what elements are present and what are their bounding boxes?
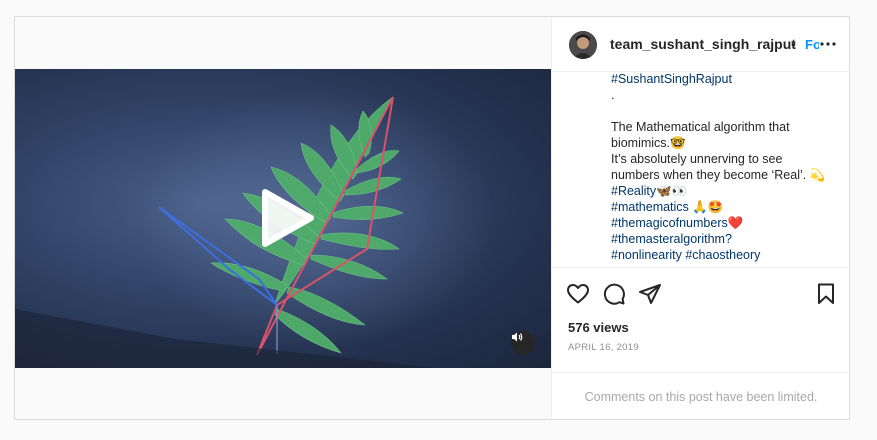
comment-button[interactable] — [602, 282, 626, 306]
post-header: team_sushant_singh_rajput • Follow — [552, 17, 850, 72]
play-button[interactable] — [255, 188, 315, 248]
avatar[interactable] — [569, 31, 597, 59]
hashtag-link[interactable]: #SushantSinghRajput — [611, 71, 841, 87]
avatar-image — [569, 31, 597, 59]
hashtag-link[interactable]: #nonlinearity #chaostheory — [611, 247, 841, 263]
caption-text: numbers when they become ‘Real’. 💫 — [611, 168, 826, 182]
like-button[interactable] — [566, 282, 590, 306]
caption-text: It’s absolutely unnerving to see — [611, 152, 783, 166]
hashtag-link[interactable]: #themagicofnumbers❤️ — [611, 215, 841, 231]
comment-icon — [603, 283, 625, 305]
hashtag-link[interactable]: #Reality🦋👀 — [611, 183, 841, 199]
heart-icon — [567, 284, 589, 304]
caption-text: biomimics.🤓 — [611, 136, 686, 150]
share-button[interactable] — [638, 282, 662, 306]
speaker-icon — [512, 332, 523, 342]
view-count[interactable]: 576 views — [568, 320, 629, 335]
caption-text: The Mathematical algorithm that — [611, 120, 790, 134]
caption-text — [611, 103, 841, 119]
comments-limited-notice: Comments on this post have been limited. — [552, 372, 850, 421]
save-button[interactable] — [814, 282, 838, 306]
mute-button[interactable] — [511, 331, 535, 355]
post-date: APRIL 16, 2019 — [568, 342, 639, 353]
separator-dot: • — [791, 36, 796, 52]
more-options-icon — [820, 42, 836, 46]
post-details-panel: team_sushant_singh_rajput • Follow #Sush… — [551, 17, 850, 419]
username-link[interactable]: team_sushant_singh_rajput — [610, 36, 796, 52]
bookmark-icon — [818, 283, 834, 304]
play-icon — [262, 189, 314, 247]
video-player[interactable] — [15, 69, 551, 368]
post-media — [15, 17, 551, 419]
share-icon — [639, 284, 661, 304]
post-actions: 576 views APRIL 16, 2019 Comments on thi… — [552, 267, 850, 420]
follow-button[interactable]: Follow — [805, 37, 819, 52]
more-options-button[interactable] — [818, 34, 838, 54]
post-card: team_sushant_singh_rajput • Follow #Sush… — [14, 16, 850, 420]
caption-text: . — [611, 88, 615, 102]
hashtag-link[interactable]: #mathematics 🙏🤩 — [611, 199, 841, 215]
post-caption: #SushantSinghRajput. The Mathematical al… — [611, 71, 841, 267]
hashtag-link[interactable]: #themasteralgorithm? — [611, 231, 841, 247]
